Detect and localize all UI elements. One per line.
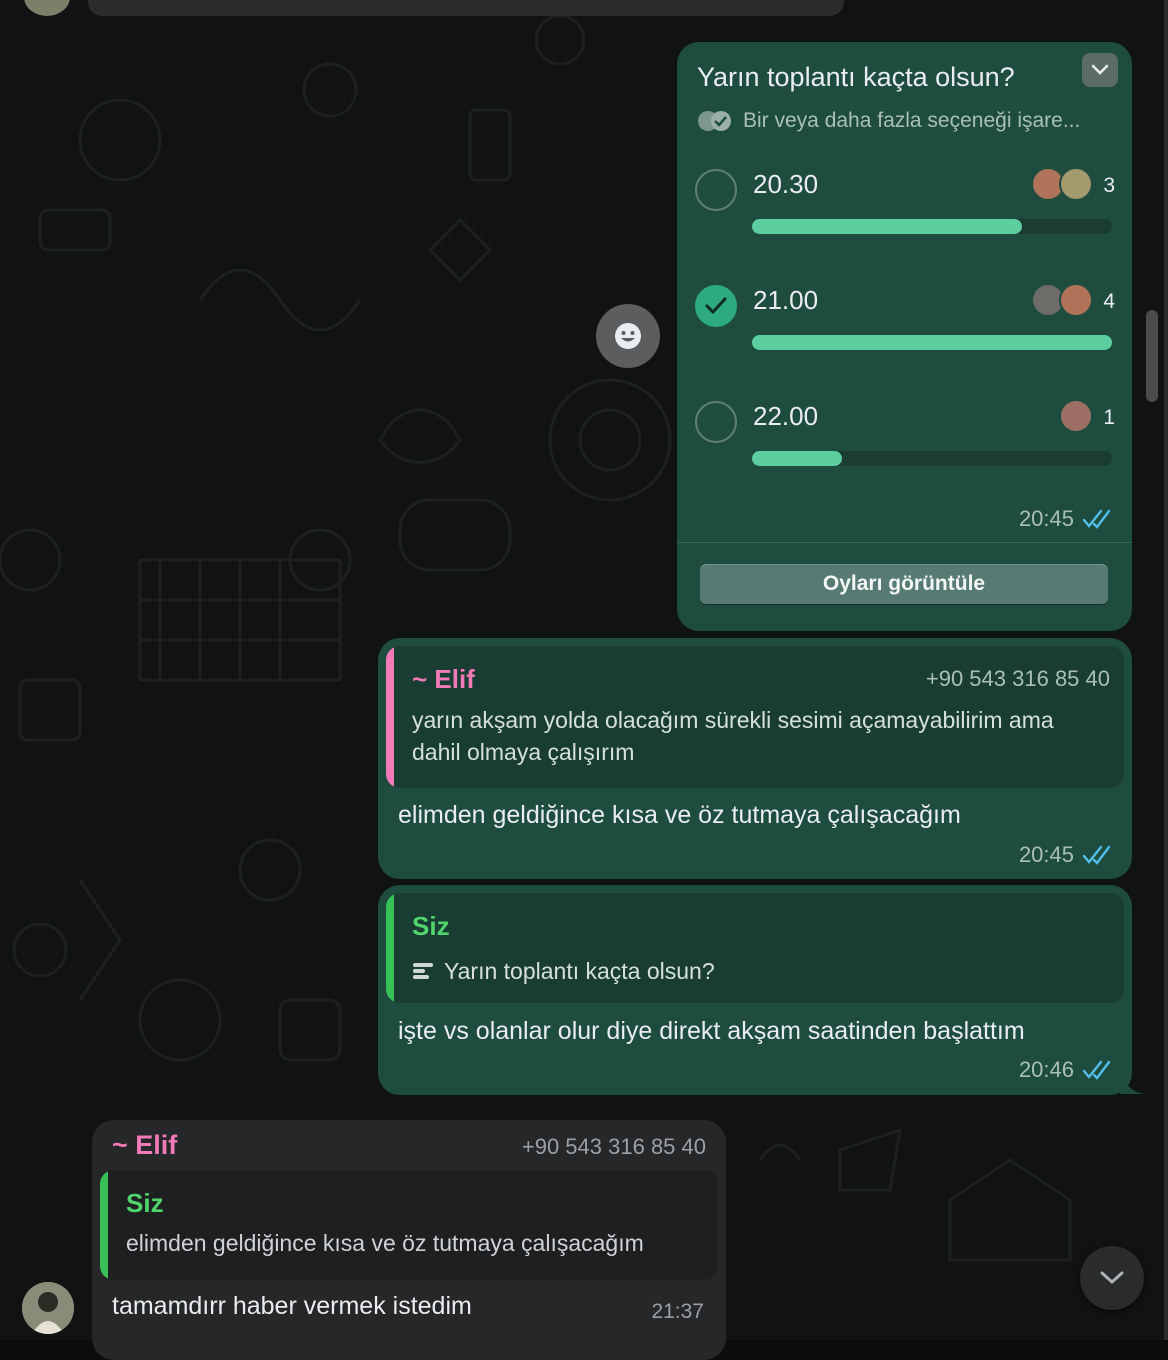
poll-question: Yarın toplantı kaçta olsun? — [697, 62, 1015, 92]
avatar — [1059, 167, 1093, 201]
reaction-emoji-button[interactable] — [596, 304, 660, 368]
previous-message-fragment — [88, 0, 844, 16]
poll-option-label: 20.30 — [753, 169, 819, 199]
message-meta: 20:45 — [1019, 506, 1112, 532]
quoted-message[interactable]: Siz elimden geldiğince kısa ve öz tutmay… — [100, 1170, 718, 1280]
read-receipt-icon — [1082, 1060, 1112, 1080]
avatar — [1059, 283, 1093, 317]
outgoing-message[interactable]: Siz Yarın toplantı kaçta olsun? işte vs … — [378, 885, 1132, 1095]
quote-text-line: yarın akşam yolda olacağım sürekli sesim… — [412, 707, 1054, 733]
checkmark-icon — [705, 297, 727, 315]
message-meta: 20:46 — [1019, 1057, 1112, 1083]
poll-option-label: 22.00 — [753, 401, 819, 431]
voter-avatars — [1031, 283, 1093, 317]
poll-option-progress-fill — [752, 335, 1112, 350]
quoted-message[interactable]: ~ Elif +90 543 316 85 40 yarın akşam yol… — [386, 646, 1124, 788]
sender-phone: +90 543 316 85 40 — [521, 1134, 706, 1159]
chevron-down-icon — [1091, 64, 1109, 75]
message-text: işte vs olanlar olur diye direkt akşam s… — [398, 1017, 1025, 1045]
message-text: tamamdırr haber vermek istedim — [112, 1292, 472, 1320]
poll-option[interactable]: 20.30 3 — [695, 167, 1115, 249]
poll-option-votes: 4 — [1103, 290, 1115, 313]
message-time: 20:45 — [1018, 506, 1074, 531]
poll-option[interactable]: 21.00 4 — [695, 283, 1115, 365]
message-time: 20:45 — [1018, 842, 1074, 867]
quote-text-line: Yarın toplantı kaçta olsun? — [412, 955, 715, 987]
quoted-message[interactable]: Siz Yarın toplantı kaçta olsun? — [386, 893, 1124, 1003]
avatar[interactable] — [22, 1282, 74, 1334]
quote-bar — [386, 646, 394, 788]
message-text: elimden geldiğince kısa ve öz tutmaya ça… — [398, 801, 961, 829]
quote-text-line: dahil olmaya çalışırım — [412, 739, 635, 765]
voter-avatars — [1059, 399, 1093, 433]
multi-select-icon — [697, 110, 733, 132]
message-time: 21:37 — [651, 1300, 704, 1323]
bubble-tail — [1120, 1070, 1144, 1094]
quote-bar — [386, 893, 394, 1003]
poll-option-progress — [752, 335, 1112, 350]
scroll-to-bottom-button[interactable] — [1080, 1246, 1144, 1310]
quote-sender: Siz — [412, 911, 450, 941]
message-menu-button[interactable] — [1082, 53, 1118, 87]
quote-text: elimden geldiğince kısa ve öz tutmaya ça… — [126, 1230, 644, 1256]
poll-option-votes: 1 — [1103, 406, 1115, 429]
incoming-message[interactable]: ~ Elif +90 543 316 85 40 Siz elimden gel… — [92, 1120, 726, 1360]
poll-option-votes: 3 — [1103, 174, 1115, 197]
poll-option-radio[interactable] — [695, 401, 737, 443]
poll-option-progress — [752, 451, 1112, 466]
poll-option-label: 21.00 — [753, 285, 819, 315]
quote-sender: ~ Elif — [412, 664, 475, 694]
voter-avatars — [1031, 167, 1093, 201]
poll-subtitle: Bir veya daha fazla seçeneği işare... — [743, 109, 1081, 132]
quote-poll-title: Yarın toplantı kaçta olsun? — [444, 958, 715, 984]
quote-bar — [100, 1170, 108, 1280]
divider — [677, 542, 1132, 543]
poll-instructions: Bir veya daha fazla seçeneği işare... — [697, 109, 1080, 133]
poll-option-radio[interactable] — [695, 285, 737, 327]
poll-message: Yarın toplantı kaçta olsun? Bir veya dah… — [677, 42, 1132, 631]
poll-option-radio[interactable] — [695, 169, 737, 211]
quote-sender: Siz — [126, 1188, 164, 1218]
poll-option-progress — [752, 219, 1112, 234]
poll-option-progress-fill — [752, 219, 1022, 234]
sender-name[interactable]: ~ Elif — [112, 1130, 177, 1161]
message-meta: 20:45 — [1019, 842, 1112, 868]
read-receipt-icon — [1082, 845, 1112, 865]
poll-option-progress-fill — [752, 451, 842, 466]
window-edge — [1164, 0, 1168, 1340]
quote-phone: +90 543 316 85 40 — [925, 666, 1110, 691]
smiley-icon — [615, 323, 641, 349]
poll-icon — [413, 963, 433, 979]
avatar — [1059, 399, 1093, 433]
read-receipt-icon — [1082, 509, 1112, 529]
chevron-down-icon — [1100, 1271, 1124, 1285]
message-time: 20:46 — [1018, 1057, 1074, 1082]
scrollbar-thumb[interactable] — [1146, 310, 1158, 402]
outgoing-message[interactable]: ~ Elif +90 543 316 85 40 yarın akşam yol… — [378, 638, 1132, 879]
poll-option[interactable]: 22.00 1 — [695, 399, 1115, 481]
view-votes-button[interactable]: Oyları görüntüle — [700, 564, 1108, 604]
